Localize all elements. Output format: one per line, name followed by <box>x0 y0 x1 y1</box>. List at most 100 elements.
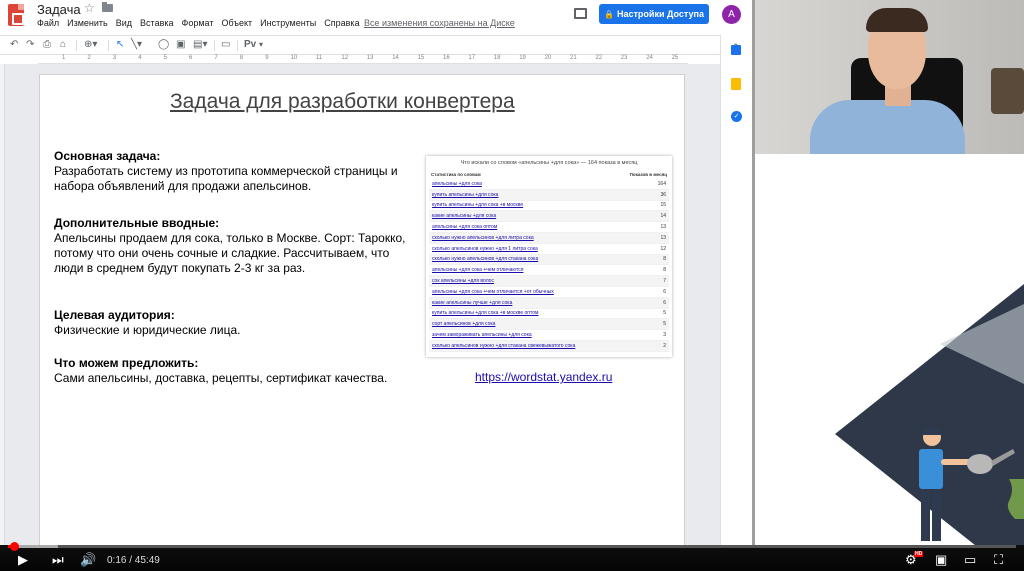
wordstat-count: 2 <box>663 342 666 349</box>
toolbar-divider <box>237 40 238 51</box>
vertical-ruler <box>0 64 5 545</box>
wordstat-column-phrase: Статистика по словам <box>431 172 481 177</box>
wordstat-phrase[interactable]: сколько нужно апельсинов +для стакана со… <box>432 256 538 262</box>
wordstat-row: сколько апельсинов нужно +для 1 литра со… <box>429 244 669 255</box>
theater-icon[interactable]: ▭ <box>964 553 976 567</box>
wordstat-rows: апельсины +для сока 164 купить апельсины +… <box>429 179 669 352</box>
wordstat-link[interactable]: https://wordstat.yandex.ru <box>475 370 612 384</box>
wordstat-count: 13 <box>660 234 666 241</box>
wordstat-screenshot[interactable]: Что искали со словом «апельсины +для сок… <box>426 156 672 357</box>
menu-insert[interactable]: Вставка <box>140 18 173 28</box>
progress-bar[interactable] <box>8 542 1016 551</box>
extra-inputs-block[interactable]: Дополнительные вводные: Апельсины продае… <box>54 216 414 276</box>
block-heading: Что можем предложить: <box>54 356 199 370</box>
share-label: Настройки Доступа <box>617 9 704 19</box>
wordstat-column-count: Показов в месяц <box>629 172 667 177</box>
paint-format-icon[interactable]: ⌂ <box>60 38 66 52</box>
wordstat-phrase[interactable]: купить апельсины +для сока <box>432 192 498 198</box>
menu-file[interactable]: Файл <box>37 18 59 28</box>
menu-help[interactable]: Справка <box>324 18 359 28</box>
wordstat-phrase[interactable]: какие апельсины лучше +для сока <box>432 300 512 306</box>
ruler-tick: 12 <box>341 55 349 61</box>
wordstat-phrase[interactable]: апельсины +для сока <box>432 181 482 187</box>
hd-badge: HD <box>914 551 924 557</box>
volume-icon[interactable]: 🔊 <box>80 553 96 567</box>
ruler-tick: 14 <box>392 55 399 61</box>
wordstat-count: 164 <box>657 180 666 187</box>
avatar[interactable]: A <box>722 5 741 24</box>
chevron-down-icon[interactable]: ▾ <box>259 38 263 52</box>
fullscreen-icon[interactable]: ⛶ <box>994 553 1003 567</box>
line-tool-icon[interactable]: ╲▾ <box>131 38 142 52</box>
menu-tools[interactable]: Инструменты <box>260 18 316 28</box>
calendar-icon[interactable] <box>731 45 741 55</box>
presenter-hair <box>866 8 928 32</box>
keep-icon[interactable] <box>731 78 741 90</box>
ruler-tick: 7 <box>214 55 218 61</box>
zoom-icon[interactable]: ⊕▾ <box>84 38 97 52</box>
ruler-tick: 10 <box>290 55 298 61</box>
drawings-logo-icon[interactable] <box>8 4 24 26</box>
ruler-tick: 23 <box>620 55 628 61</box>
wordstat-phrase[interactable]: сорт апельсинов +для сока <box>432 321 495 327</box>
block-heading: Дополнительные вводные: <box>54 216 220 230</box>
menu-format[interactable]: Формат <box>182 18 214 28</box>
save-status[interactable]: Все изменения сохранены на Диске <box>364 18 515 28</box>
wordstat-row: сорт апельсинов +для сока 5 <box>429 319 669 331</box>
wordstat-phrase[interactable]: апельсины +для сока +чем отличается +от … <box>432 289 554 295</box>
add-comment-icon[interactable]: ▭ <box>221 38 230 52</box>
wordstat-row: апельсины +для сока +чем отличаются 8 <box>429 265 669 277</box>
wordstat-phrase[interactable]: зачем замораживать апельсины +для сока <box>432 332 532 338</box>
wordstat-row: какие апельсины +для сока 14 <box>429 211 669 223</box>
wordstat-count: 5 <box>663 321 666 328</box>
wordstat-phrase[interactable]: какие апельсины +для сока <box>432 213 496 219</box>
ruler-tick: 1 <box>62 55 66 61</box>
progress-thumb[interactable] <box>9 542 19 551</box>
audience-block[interactable]: Целевая аудитория: Физические и юридичес… <box>54 308 414 338</box>
wordstat-phrase[interactable]: сколько нужно апельсинов +для литра сока <box>432 235 534 241</box>
redo-icon[interactable]: ↷ <box>26 38 34 52</box>
video-frame: Задача ☆ Файл Изменить Вид Вставка Форма… <box>0 0 1024 571</box>
shape-tool-icon[interactable]: ◯ <box>158 38 169 52</box>
ruler-tick: 17 <box>468 55 476 61</box>
wordstat-count: 6 <box>663 299 666 306</box>
wordstat-count: 7 <box>663 278 666 285</box>
wordstat-phrase[interactable]: купить апельсины +для сока +в москве <box>432 202 523 208</box>
star-icon[interactable]: ☆ <box>84 1 95 15</box>
wordstat-phrase[interactable]: купить апельсины +для сока +в москве опт… <box>432 310 538 316</box>
folder-icon[interactable] <box>102 2 113 12</box>
tasks-icon[interactable]: ✓ <box>731 111 742 122</box>
word-art-icon[interactable]: Pv <box>244 38 256 52</box>
wordstat-phrase[interactable]: апельсины +для сока +чем отличаются <box>432 267 523 273</box>
offer-block[interactable]: Что можем предложить: Сами апельсины, до… <box>54 356 414 386</box>
wordstat-row: купить апельсины +для сока +в москве опт… <box>429 309 669 320</box>
menu-object[interactable]: Объект <box>221 18 252 28</box>
wordstat-title: Что искали со словом «апельсины +для сок… <box>460 160 638 166</box>
ruler-tick: 22 <box>595 55 603 61</box>
ruler-tick: 3 <box>112 55 117 61</box>
promo-illustration <box>755 154 1024 545</box>
wordstat-phrase[interactable]: сколько апельсинов нужно +для 1 литра со… <box>432 246 538 252</box>
menu-edit[interactable]: Изменить <box>67 18 108 28</box>
wordstat-phrase[interactable]: апельсины +для сока оптом <box>432 224 497 230</box>
slide-title[interactable]: Задача для разработки конвертера <box>170 90 515 114</box>
wordstat-count: 36 <box>660 191 666 198</box>
print-icon[interactable]: ⎙ <box>43 38 51 52</box>
miniplayer-icon[interactable]: ▣ <box>935 553 947 567</box>
next-icon[interactable]: ⏭ <box>52 553 64 567</box>
textbox-icon[interactable]: ▣ <box>176 38 185 52</box>
main-task-block[interactable]: Основная задача: Разработать систему из … <box>54 149 414 194</box>
wordstat-phrase[interactable]: сок апельсины +для волос <box>432 278 494 284</box>
wordstat-phrase[interactable]: сколько апельсинов нужно +для стакана св… <box>432 343 575 349</box>
play-icon[interactable]: ▶ <box>18 553 28 567</box>
toolbar-divider <box>214 40 215 51</box>
document-title[interactable]: Задача <box>37 2 81 17</box>
ruler-tick: 15 <box>417 55 425 61</box>
undo-icon[interactable]: ↶ <box>10 38 18 52</box>
share-button[interactable]: 🔒 Настройки Доступа <box>599 4 709 24</box>
menu-view[interactable]: Вид <box>116 18 132 28</box>
comment-icon[interactable] <box>574 8 587 19</box>
image-icon[interactable]: ▤▾ <box>193 38 207 52</box>
wordstat-count: 15 <box>660 202 666 209</box>
select-cursor-icon[interactable]: ↖ <box>116 38 124 52</box>
